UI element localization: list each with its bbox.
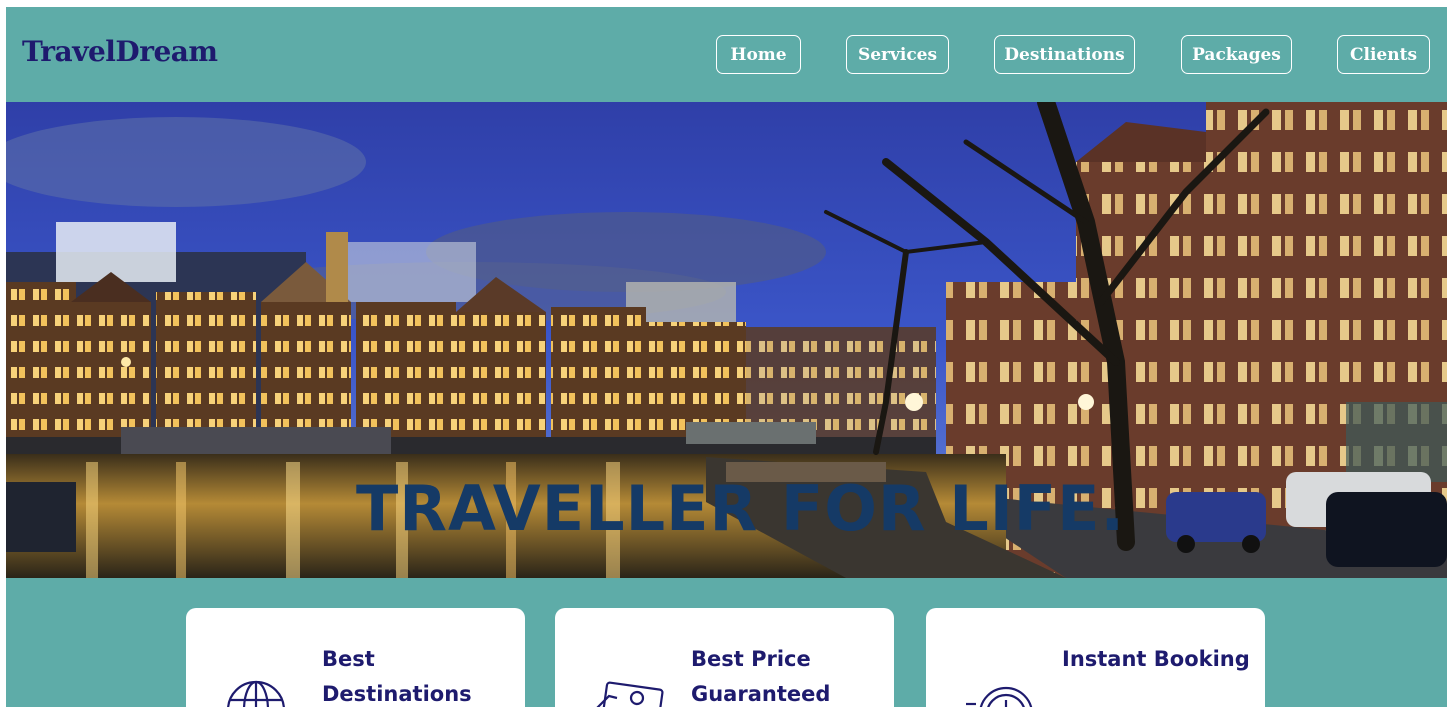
page: TravelDream Home Services Destinations P… bbox=[6, 7, 1447, 707]
money-icon bbox=[595, 680, 665, 707]
feature-title: Best Destinations bbox=[322, 647, 472, 706]
nav-clients[interactable]: Clients bbox=[1337, 35, 1430, 74]
nav-services[interactable]: Services bbox=[846, 35, 949, 74]
feature-card-booking[interactable]: Instant Booking bbox=[926, 608, 1265, 707]
clock-icon bbox=[966, 680, 1036, 707]
nav-home[interactable]: Home bbox=[716, 35, 801, 74]
globe-icon bbox=[226, 680, 286, 707]
brand-logo[interactable]: TravelDream bbox=[22, 35, 218, 68]
hero-tagline: TRAVELLER FOR LIFE. bbox=[356, 472, 1126, 545]
feature-card-price[interactable]: Best Price Guaranteed bbox=[555, 608, 894, 707]
navbar: TravelDream Home Services Destinations P… bbox=[6, 7, 1447, 102]
feature-title: Best Price Guaranteed bbox=[691, 647, 831, 706]
nav-destinations[interactable]: Destinations bbox=[994, 35, 1135, 74]
feature-card-destinations[interactable]: Best Destinations bbox=[186, 608, 525, 707]
hero-banner: TRAVELLER FOR LIFE. bbox=[6, 102, 1447, 578]
nav-packages[interactable]: Packages bbox=[1181, 35, 1292, 74]
feature-title: Instant Booking bbox=[1062, 647, 1250, 671]
